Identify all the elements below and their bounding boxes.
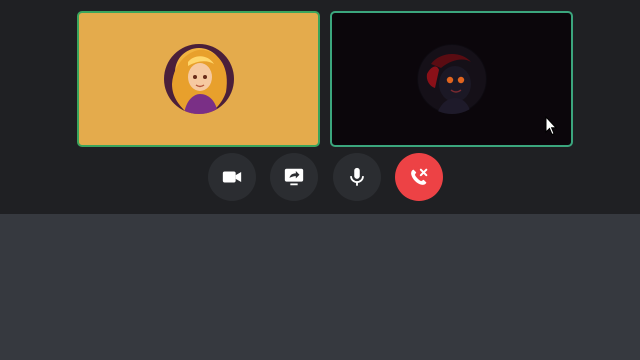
participant-tile-2[interactable] [330,11,573,147]
video-camera-icon [222,171,242,183]
microphone-icon [350,167,364,186]
microphone-button[interactable] [333,153,381,201]
channel-content-area [0,214,640,360]
screen-share-button[interactable] [270,153,318,201]
screen-share-icon [284,168,304,186]
disconnect-button[interactable] [395,153,443,201]
mouse-cursor-icon [545,116,557,136]
camera-button[interactable] [208,153,256,201]
participant-avatar-1 [163,44,234,114]
participant-tile-1[interactable] [77,11,320,147]
call-controls-bar [0,153,640,201]
participant-avatar-2 [416,44,487,114]
voice-call-area [0,0,640,214]
phone-hangup-icon [411,168,428,185]
